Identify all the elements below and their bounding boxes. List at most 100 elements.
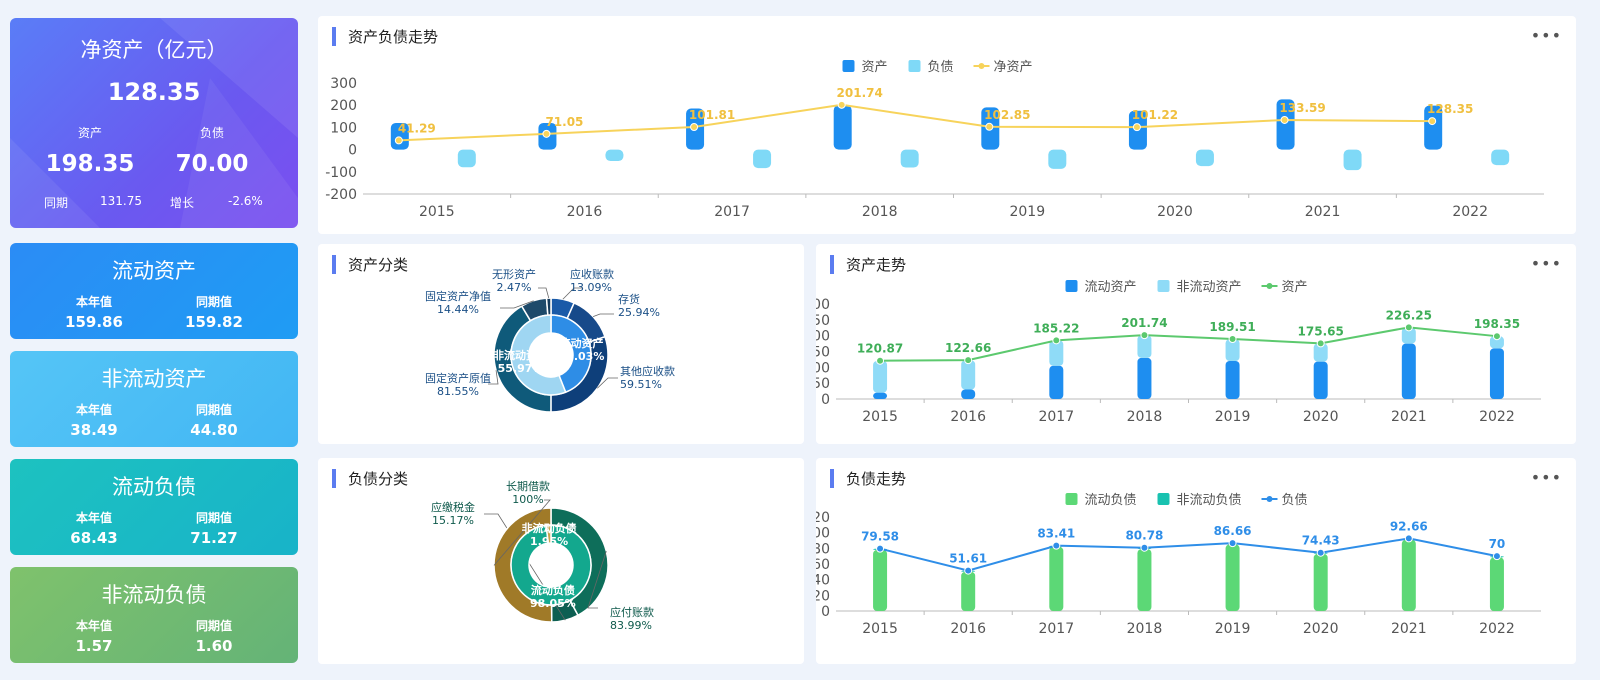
x-tick-label: 2021 (1391, 621, 1427, 637)
line-point (1316, 548, 1325, 557)
balance-trend-chart: 资产 负债 净资产 300 200 100 0 -100 -200 2015 2016 2017 201… (325, 60, 1544, 220)
y-tick-label: 250 (816, 313, 830, 329)
noncurrent-liability-card: 非流动负债 本年值 同期值 1.57 1.60 (10, 567, 298, 663)
bar-segment (1049, 546, 1064, 611)
y-tick-label: 100 (816, 526, 830, 542)
prev-label: 同期值 (195, 511, 232, 525)
bar-segment (1225, 544, 1240, 611)
slice-percent-label: 81.55% (437, 385, 479, 398)
legend-square-marker (1065, 493, 1078, 505)
bar-segment (1225, 361, 1240, 399)
data-label: 133.59 (1279, 101, 1325, 115)
card-title: 流动资产 (112, 259, 196, 283)
y-tick-label: 80 (816, 541, 830, 557)
x-tick-label: 2022 (1452, 204, 1488, 220)
y-tick-label: 120 (816, 510, 830, 526)
slice-name-label: 存货 (618, 292, 640, 306)
x-tick-label: 2015 (862, 409, 898, 425)
inner-slice-percent: 44.03% (559, 350, 605, 363)
x-tick-label: 2022 (1479, 621, 1515, 637)
line-point (964, 566, 973, 575)
cur-value: 159.86 (65, 313, 123, 331)
line-point (1404, 534, 1413, 543)
balance-trend-panel: 资产 负债 净资产 300 200 100 0 -100 -200 2015 2016 2017 201… (318, 16, 1576, 234)
prev-label: 同期值 (195, 295, 232, 309)
cur-label: 本年值 (75, 403, 112, 417)
y-tick-label: 100 (816, 360, 830, 376)
inner-slice-percent: 55.97% (498, 362, 544, 375)
current-liability-card: 流动负债 本年值 同期值 68.43 71.27 (10, 459, 298, 555)
line-point (964, 356, 973, 365)
bar-segment (873, 392, 888, 399)
data-label: 120.87 (857, 342, 903, 356)
slice-name-label: 应付账款 (610, 605, 654, 619)
cur-label: 本年值 (75, 511, 112, 525)
y-tick-label: 300 (330, 76, 357, 92)
data-label: 74.43 (1302, 534, 1340, 548)
data-label: 101.81 (689, 108, 735, 122)
line-point (542, 129, 551, 138)
bar (753, 149, 772, 169)
legend-square-marker (842, 60, 855, 72)
x-tick-label: 2019 (1215, 409, 1251, 425)
x-tick-label: 2017 (1038, 621, 1074, 637)
line-point (837, 100, 846, 109)
yoy-value: 131.75 (100, 194, 142, 208)
slice-name-label: 应缴税金 (431, 500, 475, 514)
legend-label: 负债 (928, 60, 954, 75)
y-tick-label: 40 (816, 573, 830, 589)
prev-value: 159.82 (185, 313, 243, 331)
more-icon[interactable]: ••• (1531, 468, 1562, 487)
asset-class-panel: 应收账款 13.09% 存货 25.94% 其他应收款 59.51% 固定资产原值 81.55… (318, 244, 804, 444)
slice-percent-label: 25.94% (618, 306, 660, 319)
slice-percent-label: 100% (512, 493, 543, 506)
line-point (1228, 334, 1237, 343)
slice-percent-label: 83.99% (610, 619, 652, 632)
panel-title: 资产走势 (830, 254, 906, 275)
data-label: 41.29 (398, 121, 436, 135)
bar (900, 149, 919, 168)
x-tick-label: 2020 (1157, 204, 1193, 220)
outer-slice (545, 297, 552, 316)
line-point (1316, 339, 1325, 348)
panel-title: 负债分类 (332, 468, 408, 489)
label-leader-line (592, 313, 614, 317)
legend-square-marker (1065, 280, 1078, 292)
x-tick-label: 2018 (862, 204, 898, 220)
prev-value: 71.27 (190, 529, 238, 547)
y-tick-label: 200 (330, 98, 357, 114)
line-point (1052, 336, 1061, 345)
asset-value: 198.35 (45, 151, 135, 177)
liability-trend-chart: 流动负债 非流动负债 负债 120100806040200 2015 2016 2017 20… (816, 493, 1541, 637)
inner-slice-name: 流动资产 (559, 336, 603, 350)
y-tick-label: -100 (325, 165, 357, 181)
cur-value: 1.57 (75, 637, 113, 655)
y-tick-label: 200 (816, 329, 830, 345)
asset-trend-chart: 流动资产 非流动资产 资产 300250200150100500 2015 2016 201… (816, 280, 1541, 425)
prev-value: 44.80 (190, 421, 238, 439)
legend-dot-marker (1266, 496, 1273, 502)
bar (1195, 149, 1214, 167)
inner-slice-name: 非流动资产 (493, 348, 548, 362)
legend-square-marker (1157, 493, 1170, 505)
legend-label: 流动资产 (1085, 280, 1137, 295)
cur-label: 本年值 (75, 619, 112, 633)
legend-label: 非流动负债 (1177, 493, 1242, 508)
legend-label: 资产 (1282, 280, 1308, 295)
more-icon[interactable]: ••• (1531, 26, 1562, 45)
bar-segment (873, 549, 888, 611)
net-asset-title: 净资产（亿元） (80, 38, 228, 62)
more-icon[interactable]: ••• (1531, 254, 1562, 273)
asset-trend-panel: 流动资产 非流动资产 资产 300250200150100500 2015 2016 201… (816, 244, 1576, 444)
bar (833, 105, 852, 150)
data-label: 92.66 (1390, 519, 1428, 533)
x-tick-label: 2016 (950, 409, 986, 425)
legend-dot-marker (978, 63, 985, 69)
data-label: 226.25 (1386, 308, 1432, 322)
bar (1343, 149, 1362, 171)
data-label: 185.22 (1033, 321, 1079, 335)
legend-dot-marker (1266, 283, 1273, 289)
data-label: 71.05 (545, 115, 583, 129)
liability-label: 负债 (199, 126, 224, 140)
line-point (1052, 541, 1061, 550)
